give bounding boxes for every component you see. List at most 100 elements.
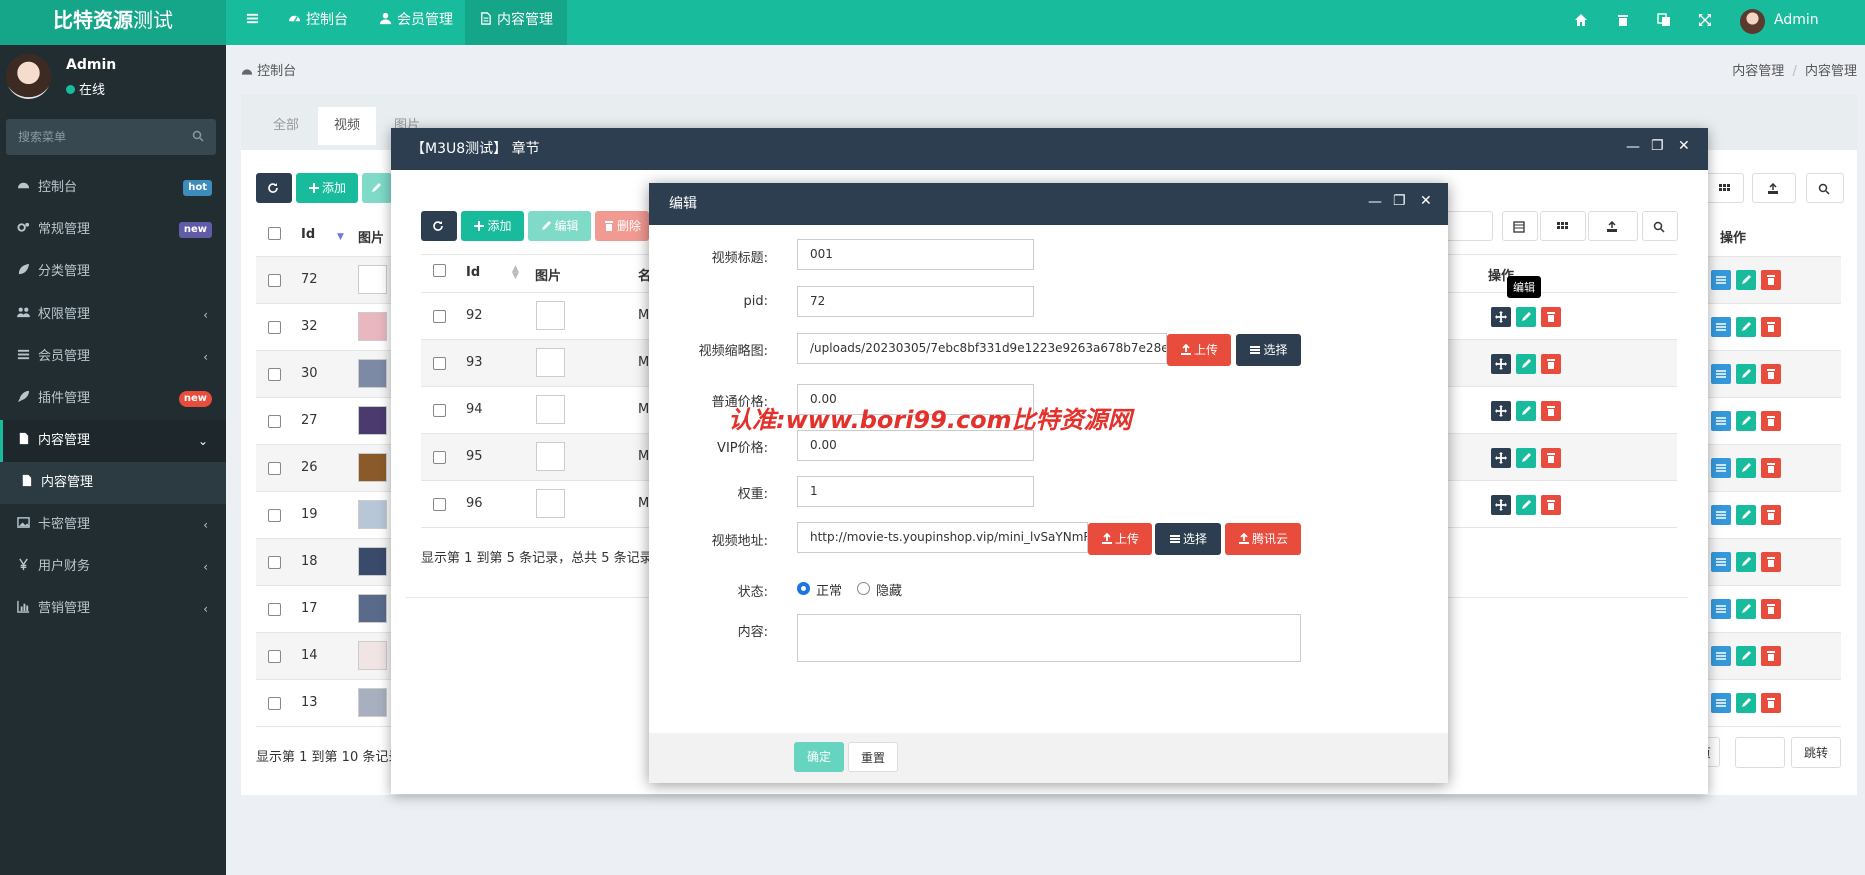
edit-button[interactable] [1516, 354, 1536, 374]
sidebar-item-content[interactable]: 内容管理 ⌄ [0, 420, 226, 462]
chapters-button[interactable] [1711, 693, 1731, 713]
drag-button[interactable] [1491, 495, 1511, 515]
row-checkbox[interactable] [268, 368, 281, 381]
chapters-button[interactable] [1711, 646, 1731, 666]
sidebar-item-auth[interactable]: 权限管理 ‹ [0, 294, 226, 336]
edit-button[interactable] [1736, 411, 1756, 431]
column-header-id[interactable]: Id [301, 227, 315, 242]
breadcrumb[interactable]: 控制台 [241, 60, 296, 79]
sidebar-toggle-button[interactable] [232, 0, 278, 45]
content-textarea[interactable] [797, 614, 1301, 662]
home-icon[interactable] [1574, 13, 1588, 27]
delete-button[interactable] [1761, 317, 1781, 337]
row-thumbnail[interactable] [358, 594, 387, 623]
tab-all[interactable]: 全部 [257, 107, 315, 145]
chapters-button[interactable] [1711, 599, 1731, 619]
status-normal-label[interactable]: 正常 [816, 580, 842, 599]
edit-button[interactable] [1736, 552, 1756, 572]
delete-button[interactable] [1541, 307, 1561, 327]
maximize-icon[interactable]: ❐ [1393, 193, 1406, 209]
chapters-button[interactable] [1711, 505, 1731, 525]
status-normal-radio[interactable] [797, 582, 810, 595]
l1-edit-button[interactable]: 编辑 [528, 211, 591, 241]
row-thumbnail[interactable] [358, 359, 387, 388]
edit-button[interactable] [1516, 448, 1536, 468]
row-thumbnail[interactable] [536, 442, 565, 471]
menu-search-input[interactable]: 搜索菜单 [6, 119, 216, 155]
video-upload-button[interactable]: 上传 [1088, 523, 1152, 555]
row-thumbnail[interactable] [358, 406, 387, 435]
l1-column-header-id[interactable]: Id [466, 265, 480, 280]
thumbnail-input[interactable]: /uploads/20230305/7ebc8bf331d9e1223e9263… [797, 333, 1167, 364]
breadcrumb-home[interactable]: 控制台 [257, 64, 296, 79]
thumbnail-choose-button[interactable]: 选择 [1236, 334, 1301, 366]
l1-search-input-tail[interactable] [1448, 211, 1493, 241]
edit-button[interactable] [1516, 495, 1536, 515]
row-thumbnail[interactable] [358, 265, 387, 294]
edit-button[interactable] [1736, 364, 1756, 384]
maximize-icon[interactable]: ❐ [1651, 138, 1664, 154]
delete-button[interactable] [1541, 495, 1561, 515]
row-checkbox[interactable] [268, 556, 281, 569]
translate-icon[interactable] [1657, 13, 1671, 27]
close-icon[interactable]: ✕ [1678, 138, 1690, 154]
drag-button[interactable] [1491, 448, 1511, 468]
row-thumbnail[interactable] [536, 348, 565, 377]
delete-button[interactable] [1541, 448, 1561, 468]
close-icon[interactable]: ✕ [1420, 193, 1432, 209]
row-checkbox[interactable] [268, 509, 281, 522]
weight-input[interactable]: 1 [797, 476, 1034, 507]
sidebar-item-members[interactable]: 会员管理 ‹ [0, 336, 226, 378]
l1-toggle-view-button[interactable] [1502, 211, 1538, 241]
reset-button[interactable]: 重置 [848, 742, 898, 772]
video-choose-button[interactable]: 选择 [1155, 523, 1221, 555]
delete-button[interactable] [1541, 354, 1561, 374]
nav-content[interactable]: 内容管理 [465, 0, 567, 45]
row-checkbox[interactable] [268, 321, 281, 334]
trash-icon[interactable] [1616, 13, 1630, 27]
delete-button[interactable] [1761, 411, 1781, 431]
chapters-button[interactable] [1711, 364, 1731, 384]
delete-button[interactable] [1761, 270, 1781, 290]
row-checkbox[interactable] [433, 451, 446, 464]
edit-button[interactable] [1736, 646, 1756, 666]
row-checkbox[interactable] [433, 310, 446, 323]
nav-dashboard[interactable]: 控制台 [274, 0, 362, 45]
refresh-button[interactable] [256, 173, 292, 203]
row-thumbnail[interactable] [358, 312, 387, 341]
edit-button[interactable] [1736, 693, 1756, 713]
l1-delete-button[interactable]: 删除 [595, 211, 649, 241]
row-checkbox[interactable] [268, 274, 281, 287]
status-hidden-label[interactable]: 隐藏 [876, 580, 902, 599]
page-jump-input[interactable] [1735, 737, 1785, 768]
edit-button[interactable] [1736, 505, 1756, 525]
edit-button[interactable] [1736, 458, 1756, 478]
row-checkbox[interactable] [268, 415, 281, 428]
delete-button[interactable] [1761, 364, 1781, 384]
row-checkbox[interactable] [268, 462, 281, 475]
drag-button[interactable] [1491, 307, 1511, 327]
sidebar-item-category[interactable]: 分类管理 [0, 251, 226, 293]
fullscreen-icon[interactable] [1698, 13, 1712, 27]
status-hidden-radio[interactable] [857, 582, 870, 595]
minimize-icon[interactable]: — [1368, 194, 1382, 210]
l1-add-button[interactable]: 添加 [461, 211, 524, 241]
row-checkbox[interactable] [433, 498, 446, 511]
export-button[interactable] [1752, 173, 1796, 203]
select-all-checkbox[interactable] [268, 227, 281, 240]
search-button[interactable] [1806, 173, 1844, 203]
l1-refresh-button[interactable] [421, 211, 457, 241]
thumbnail-upload-button[interactable]: 上传 [1167, 334, 1231, 366]
avatar[interactable] [1740, 9, 1765, 34]
row-thumbnail[interactable] [358, 547, 387, 576]
edit-button[interactable] [362, 173, 392, 203]
sidebar-subitem-content[interactable]: 内容管理 [0, 462, 226, 504]
delete-button[interactable] [1761, 552, 1781, 572]
chapters-button[interactable] [1711, 411, 1731, 431]
chapters-button[interactable] [1711, 552, 1731, 572]
chapters-button[interactable] [1711, 270, 1731, 290]
sidebar-item-cards[interactable]: 卡密管理 ‹ [0, 504, 226, 546]
sidebar-item-plugins[interactable]: 插件管理 new [0, 378, 226, 420]
jump-button[interactable]: 跳转 [1791, 737, 1841, 768]
edit-button[interactable] [1736, 270, 1756, 290]
